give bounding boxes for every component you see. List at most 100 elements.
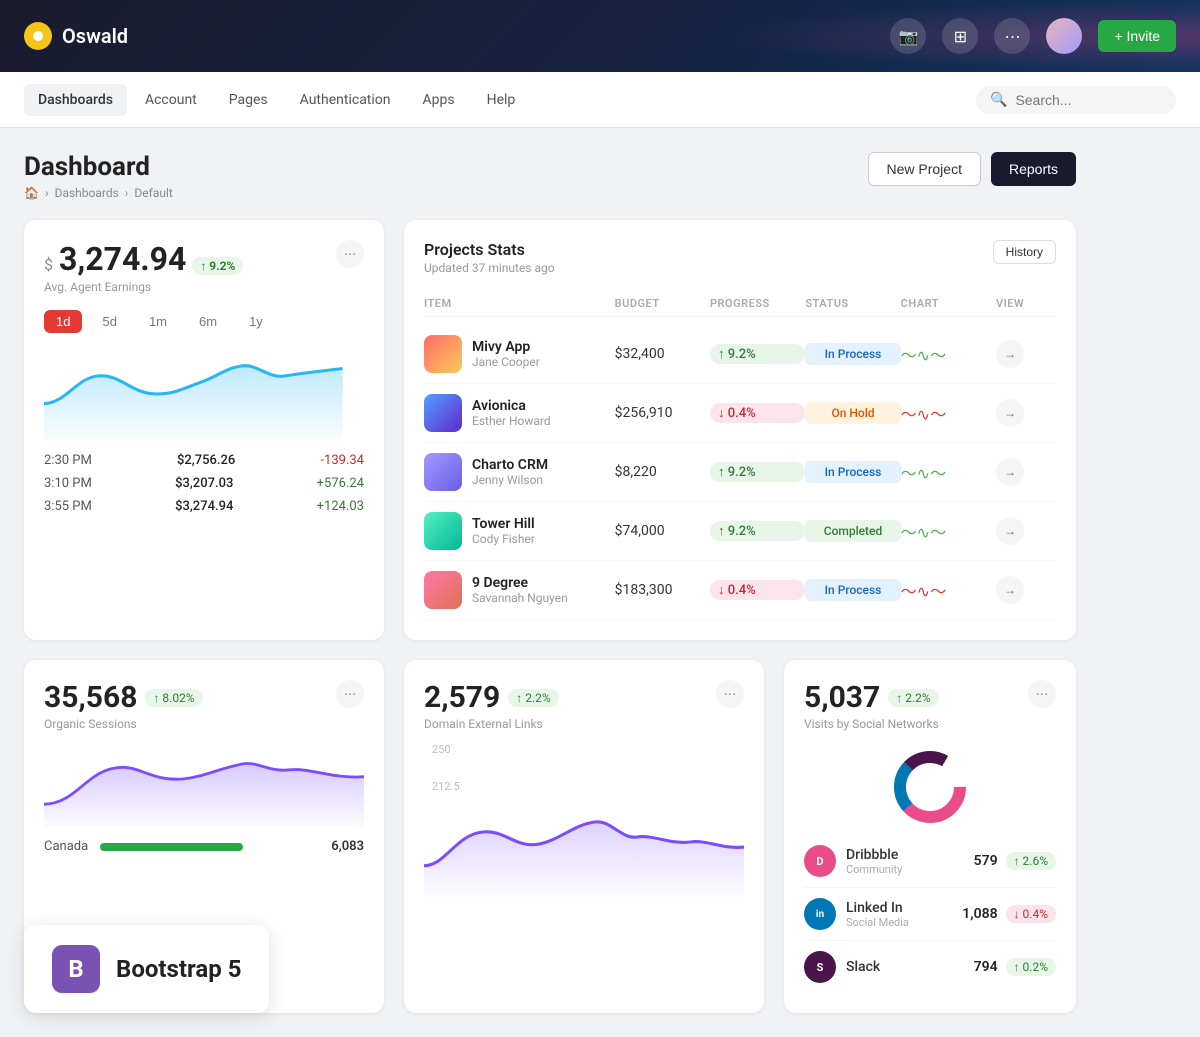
project-status-avionica: On Hold: [805, 402, 900, 424]
project-row-9degree: 9 Degree Savannah Nguyen $183,300 ↓ 0.4%…: [424, 561, 1056, 620]
organic-info: 35,568 ↑ 8.02% Organic Sessions: [44, 680, 203, 731]
social-left-dribbble: D Dribbble Community: [804, 845, 902, 877]
projects-header: Projects Stats Updated 37 minutes ago Hi…: [424, 240, 1056, 275]
history-button[interactable]: History: [993, 240, 1056, 264]
social-more-btn[interactable]: ···: [1028, 680, 1056, 708]
menu-dashboards[interactable]: Dashboards: [24, 84, 127, 116]
menu-help[interactable]: Help: [473, 84, 530, 116]
project-view-charto[interactable]: →: [996, 458, 1024, 486]
col-status: STATUS: [805, 297, 900, 310]
social-label: Visits by Social Networks: [804, 717, 939, 731]
share-icon[interactable]: ⋯: [994, 18, 1030, 54]
project-owner-mivy: Jane Cooper: [472, 355, 540, 369]
col-budget: BUDGET: [615, 297, 710, 310]
domain-label: Domain External Links: [424, 717, 559, 731]
project-progress-mivy: ↑ 9.2%: [710, 344, 805, 364]
nav-right: 📷 ⊞ ⋯ + Invite: [890, 18, 1176, 54]
breadcrumb: 🏠 › Dashboards › Default: [24, 186, 173, 200]
page-title: Dashboard: [24, 152, 173, 182]
project-info-tower: Tower Hill Cody Fisher: [424, 512, 615, 550]
project-view-tower[interactable]: →: [996, 517, 1024, 545]
bottom-row: 35,568 ↑ 8.02% Organic Sessions ···: [24, 660, 1076, 1013]
filter-1d[interactable]: 1d: [44, 310, 82, 333]
main-cards-row: $ 3,274.94 ↑ 9.2% Avg. Agent Earnings ··…: [24, 220, 1076, 640]
domain-more-btn[interactable]: ···: [716, 680, 744, 708]
header-left: Dashboard 🏠 › Dashboards › Default: [24, 152, 173, 200]
filter-5d[interactable]: 5d: [90, 310, 128, 333]
project-progress-charto: ↑ 9.2%: [710, 462, 805, 482]
project-owner-charto: Jenny Wilson: [472, 473, 548, 487]
search-input[interactable]: [1015, 92, 1155, 108]
page-actions: New Project Reports: [868, 152, 1077, 186]
project-budget-9degree: $183,300: [615, 582, 710, 598]
project-thumb-charto: [424, 453, 462, 491]
project-name-charto: Charto CRM: [472, 457, 548, 473]
project-status-mivy: In Process: [805, 343, 900, 365]
project-view-mivy[interactable]: →: [996, 340, 1024, 368]
slack-badge: ↑ 0.2%: [1006, 958, 1056, 976]
change-2: +576.24: [317, 476, 364, 491]
earnings-more-btn[interactable]: ···: [336, 240, 364, 268]
linkedin-name: Linked In: [846, 900, 909, 916]
menu-pages[interactable]: Pages: [215, 84, 282, 116]
breadcrumb-home-icon: 🏠: [24, 186, 39, 200]
project-view-9degree[interactable]: →: [996, 576, 1024, 604]
social-donut-chart: [890, 747, 970, 827]
earnings-value: 3,274.94: [59, 240, 186, 278]
new-project-button[interactable]: New Project: [868, 152, 981, 186]
project-owner-9degree: Savannah Nguyen: [472, 591, 568, 605]
social-networks-card: 5,037 ↑ 2.2% Visits by Social Networks ·…: [784, 660, 1076, 1013]
earnings-row-2: 3:10 PM $3,207.03 +576.24: [44, 476, 364, 491]
social-row-slack: S Slack 794 ↑ 0.2%: [804, 941, 1056, 993]
country-name-canada: Canada: [44, 839, 88, 854]
earnings-badge: ↑ 9.2%: [192, 257, 243, 275]
avatar[interactable]: [1046, 18, 1082, 54]
change-1: -139.34: [320, 453, 364, 468]
project-row-mivy: Mivy App Jane Cooper $32,400 ↑ 9.2% In P…: [424, 325, 1056, 384]
project-info-avionica: Avionica Esther Howard: [424, 394, 615, 432]
project-view-avionica[interactable]: →: [996, 399, 1024, 427]
project-info-charto: Charto CRM Jenny Wilson: [424, 453, 615, 491]
menu-authentication[interactable]: Authentication: [286, 84, 405, 116]
time-1: 2:30 PM: [44, 453, 92, 468]
menu-apps[interactable]: Apps: [409, 84, 469, 116]
breadcrumb-sep1: ›: [45, 186, 49, 200]
projects-table-header: ITEM BUDGET PROGRESS STATUS CHART VIEW: [424, 291, 1056, 317]
breadcrumb-dashboards[interactable]: Dashboards: [55, 186, 119, 200]
filter-1y[interactable]: 1y: [237, 310, 275, 333]
menu-items: Dashboards Account Pages Authentication …: [24, 84, 976, 116]
project-row-tower: Tower Hill Cody Fisher $74,000 ↑ 9.2% Co…: [424, 502, 1056, 561]
social-left-slack: S Slack: [804, 951, 880, 983]
earnings-row-3: 3:55 PM $3,274.94 +124.03: [44, 499, 364, 514]
project-owner-tower: Cody Fisher: [472, 532, 535, 546]
invite-button[interactable]: + Invite: [1098, 20, 1176, 52]
social-badge: ↑ 2.2%: [888, 689, 938, 707]
projects-title: Projects Stats: [424, 240, 555, 259]
menu-account[interactable]: Account: [131, 84, 211, 116]
col-view: VIEW: [996, 297, 1056, 310]
project-status-tower: Completed: [805, 520, 900, 542]
dribbble-stats: 579 ↑ 2.6%: [974, 852, 1056, 870]
filter-1m[interactable]: 1m: [137, 310, 179, 333]
dribbble-badge: ↑ 2.6%: [1006, 852, 1056, 870]
camera-icon[interactable]: 📷: [890, 18, 926, 54]
project-thumb-avionica: [424, 394, 462, 432]
organic-more-btn[interactable]: ···: [336, 680, 364, 708]
change-3: +124.03: [317, 499, 364, 514]
projects-title-area: Projects Stats Updated 37 minutes ago: [424, 240, 555, 275]
search-bar[interactable]: 🔍: [976, 86, 1176, 114]
project-name-avionica: Avionica: [472, 398, 551, 414]
project-row-charto: Charto CRM Jenny Wilson $8,220 ↑ 9.2% In…: [424, 443, 1056, 502]
project-status-charto: In Process: [805, 461, 900, 483]
page-header: Dashboard 🏠 › Dashboards › Default New P…: [24, 152, 1076, 200]
organic-badge: ↑ 8.02%: [145, 689, 202, 707]
earnings-card: $ 3,274.94 ↑ 9.2% Avg. Agent Earnings ··…: [24, 220, 384, 640]
project-chart-9degree: 〜∿〜: [901, 578, 996, 602]
filter-6m[interactable]: 6m: [187, 310, 229, 333]
layout-icon[interactable]: ⊞: [942, 18, 978, 54]
country-bar-wrap: [100, 843, 319, 851]
project-row-avionica: Avionica Esther Howard $256,910 ↓ 0.4% O…: [424, 384, 1056, 443]
reports-button[interactable]: Reports: [991, 152, 1076, 186]
logo-area: Oswald: [24, 22, 128, 50]
earnings-label: Avg. Agent Earnings: [44, 280, 243, 294]
